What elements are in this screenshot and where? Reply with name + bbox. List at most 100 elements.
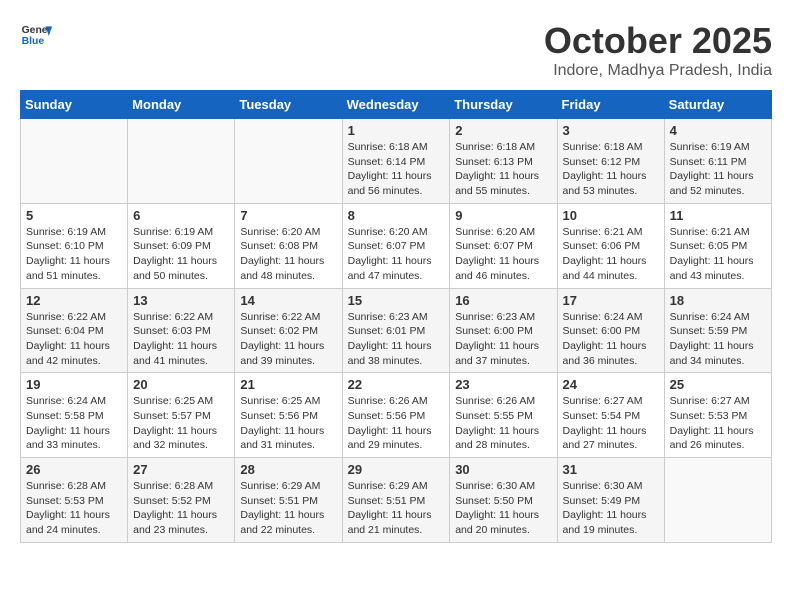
- day-info: Sunrise: 6:26 AMSunset: 5:56 PMDaylight:…: [348, 394, 445, 453]
- calendar-cell: [664, 458, 771, 543]
- day-number: 26: [26, 462, 122, 477]
- day-number: 28: [240, 462, 336, 477]
- day-number: 17: [563, 293, 659, 308]
- calendar-cell: 16 Sunrise: 6:23 AMSunset: 6:00 PMDayligh…: [450, 288, 557, 373]
- weekday-header-saturday: Saturday: [664, 91, 771, 119]
- calendar-cell: 28 Sunrise: 6:29 AMSunset: 5:51 PMDayligh…: [235, 458, 342, 543]
- logo-icon: General Blue: [20, 20, 52, 52]
- weekday-header-thursday: Thursday: [450, 91, 557, 119]
- calendar-cell: 13 Sunrise: 6:22 AMSunset: 6:03 PMDayligh…: [128, 288, 235, 373]
- calendar-week-3: 12 Sunrise: 6:22 AMSunset: 6:04 PMDayligh…: [21, 288, 772, 373]
- day-info: Sunrise: 6:22 AMSunset: 6:03 PMDaylight:…: [133, 310, 229, 369]
- day-info: Sunrise: 6:18 AMSunset: 6:13 PMDaylight:…: [455, 140, 551, 199]
- weekday-header-tuesday: Tuesday: [235, 91, 342, 119]
- calendar-cell: 9 Sunrise: 6:20 AMSunset: 6:07 PMDaylight…: [450, 203, 557, 288]
- calendar-cell: 31 Sunrise: 6:30 AMSunset: 5:49 PMDayligh…: [557, 458, 664, 543]
- day-number: 3: [563, 123, 659, 138]
- day-number: 7: [240, 208, 336, 223]
- weekday-header-friday: Friday: [557, 91, 664, 119]
- calendar-week-2: 5 Sunrise: 6:19 AMSunset: 6:10 PMDaylight…: [21, 203, 772, 288]
- calendar-cell: 25 Sunrise: 6:27 AMSunset: 5:53 PMDayligh…: [664, 373, 771, 458]
- logo: General Blue: [20, 20, 52, 52]
- calendar-cell: 15Sunrise: 6:23 AMSunset: 6:01 PMDayligh…: [342, 288, 450, 373]
- calendar-cell: 6 Sunrise: 6:19 AMSunset: 6:09 PMDaylight…: [128, 203, 235, 288]
- day-number: 24: [563, 377, 659, 392]
- weekday-header-wednesday: Wednesday: [342, 91, 450, 119]
- day-number: 10: [563, 208, 659, 223]
- day-info: Sunrise: 6:20 AMSunset: 6:07 PMDaylight:…: [455, 225, 551, 284]
- location-title: Indore, Madhya Pradesh, India: [544, 62, 772, 80]
- day-number: 25: [670, 377, 766, 392]
- calendar-cell: [21, 119, 128, 204]
- day-info: Sunrise: 6:18 AMSunset: 6:12 PMDaylight:…: [563, 140, 659, 199]
- svg-text:Blue: Blue: [22, 36, 45, 47]
- day-number: 15: [348, 293, 445, 308]
- day-number: 27: [133, 462, 229, 477]
- calendar-cell: 2Sunrise: 6:18 AMSunset: 6:13 PMDaylight…: [450, 119, 557, 204]
- calendar-cell: 19 Sunrise: 6:24 AMSunset: 5:58 PMDayligh…: [21, 373, 128, 458]
- day-number: 8: [348, 208, 445, 223]
- page-header: General Blue October 2025 Indore, Madhya…: [20, 20, 772, 80]
- day-info: Sunrise: 6:28 AMSunset: 5:53 PMDaylight:…: [26, 479, 122, 538]
- day-number: 16: [455, 293, 551, 308]
- day-info: Sunrise: 6:30 AMSunset: 5:50 PMDaylight:…: [455, 479, 551, 538]
- day-info: Sunrise: 6:20 AMSunset: 6:07 PMDaylight:…: [348, 225, 445, 284]
- day-number: 9: [455, 208, 551, 223]
- day-info: Sunrise: 6:24 AMSunset: 6:00 PMDaylight:…: [563, 310, 659, 369]
- day-number: 13: [133, 293, 229, 308]
- month-title: October 2025: [544, 20, 772, 62]
- day-number: 5: [26, 208, 122, 223]
- calendar-table: SundayMondayTuesdayWednesdayThursdayFrid…: [20, 90, 772, 543]
- calendar-week-1: 1 Sunrise: 6:18 AMSunset: 6:14 PMDaylight…: [21, 119, 772, 204]
- day-info: Sunrise: 6:24 AMSunset: 5:58 PMDaylight:…: [26, 394, 122, 453]
- day-info: Sunrise: 6:20 AMSunset: 6:08 PMDaylight:…: [240, 225, 336, 284]
- day-number: 12: [26, 293, 122, 308]
- day-number: 19: [26, 377, 122, 392]
- calendar-cell: 7 Sunrise: 6:20 AMSunset: 6:08 PMDaylight…: [235, 203, 342, 288]
- day-number: 4: [670, 123, 766, 138]
- day-info: Sunrise: 6:29 AMSunset: 5:51 PMDaylight:…: [240, 479, 336, 538]
- day-number: 23: [455, 377, 551, 392]
- weekday-header-row: SundayMondayTuesdayWednesdayThursdayFrid…: [21, 91, 772, 119]
- day-number: 30: [455, 462, 551, 477]
- day-info: Sunrise: 6:25 AMSunset: 5:56 PMDaylight:…: [240, 394, 336, 453]
- day-number: 22: [348, 377, 445, 392]
- calendar-cell: [235, 119, 342, 204]
- calendar-cell: 21Sunrise: 6:25 AMSunset: 5:56 PMDayligh…: [235, 373, 342, 458]
- calendar-week-5: 26 Sunrise: 6:28 AMSunset: 5:53 PMDayligh…: [21, 458, 772, 543]
- day-number: 31: [563, 462, 659, 477]
- calendar-cell: 30 Sunrise: 6:30 AMSunset: 5:50 PMDayligh…: [450, 458, 557, 543]
- calendar-cell: 10 Sunrise: 6:21 AMSunset: 6:06 PMDayligh…: [557, 203, 664, 288]
- calendar-cell: 5 Sunrise: 6:19 AMSunset: 6:10 PMDaylight…: [21, 203, 128, 288]
- day-info: Sunrise: 6:21 AMSunset: 6:06 PMDaylight:…: [563, 225, 659, 284]
- calendar-cell: 14Sunrise: 6:22 AMSunset: 6:02 PMDayligh…: [235, 288, 342, 373]
- day-info: Sunrise: 6:21 AMSunset: 6:05 PMDaylight:…: [670, 225, 766, 284]
- day-number: 29: [348, 462, 445, 477]
- day-info: Sunrise: 6:25 AMSunset: 5:57 PMDaylight:…: [133, 394, 229, 453]
- day-number: 6: [133, 208, 229, 223]
- day-info: Sunrise: 6:27 AMSunset: 5:53 PMDaylight:…: [670, 394, 766, 453]
- calendar-cell: 29Sunrise: 6:29 AMSunset: 5:51 PMDayligh…: [342, 458, 450, 543]
- calendar-cell: 3 Sunrise: 6:18 AMSunset: 6:12 PMDaylight…: [557, 119, 664, 204]
- day-number: 20: [133, 377, 229, 392]
- calendar-week-4: 19 Sunrise: 6:24 AMSunset: 5:58 PMDayligh…: [21, 373, 772, 458]
- day-info: Sunrise: 6:19 AMSunset: 6:09 PMDaylight:…: [133, 225, 229, 284]
- day-info: Sunrise: 6:23 AMSunset: 6:00 PMDaylight:…: [455, 310, 551, 369]
- calendar-cell: 27 Sunrise: 6:28 AMSunset: 5:52 PMDayligh…: [128, 458, 235, 543]
- calendar-cell: 24Sunrise: 6:27 AMSunset: 5:54 PMDayligh…: [557, 373, 664, 458]
- day-info: Sunrise: 6:26 AMSunset: 5:55 PMDaylight:…: [455, 394, 551, 453]
- weekday-header-monday: Monday: [128, 91, 235, 119]
- calendar-cell: [128, 119, 235, 204]
- day-info: Sunrise: 6:30 AMSunset: 5:49 PMDaylight:…: [563, 479, 659, 538]
- calendar-cell: 1 Sunrise: 6:18 AMSunset: 6:14 PMDaylight…: [342, 119, 450, 204]
- calendar-cell: 17 Sunrise: 6:24 AMSunset: 6:00 PMDayligh…: [557, 288, 664, 373]
- calendar-cell: 23 Sunrise: 6:26 AMSunset: 5:55 PMDayligh…: [450, 373, 557, 458]
- day-info: Sunrise: 6:18 AMSunset: 6:14 PMDaylight:…: [348, 140, 445, 199]
- day-info: Sunrise: 6:22 AMSunset: 6:04 PMDaylight:…: [26, 310, 122, 369]
- day-info: Sunrise: 6:19 AMSunset: 6:10 PMDaylight:…: [26, 225, 122, 284]
- day-info: Sunrise: 6:28 AMSunset: 5:52 PMDaylight:…: [133, 479, 229, 538]
- day-number: 11: [670, 208, 766, 223]
- calendar-cell: 12 Sunrise: 6:22 AMSunset: 6:04 PMDayligh…: [21, 288, 128, 373]
- day-number: 1: [348, 123, 445, 138]
- day-number: 18: [670, 293, 766, 308]
